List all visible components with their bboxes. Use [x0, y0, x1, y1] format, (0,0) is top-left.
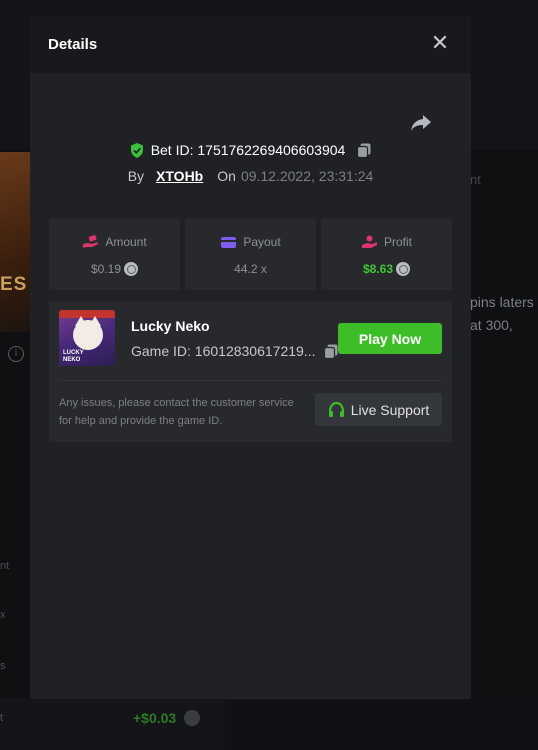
info-icon: i: [8, 346, 24, 362]
background-label: t: [0, 712, 4, 724]
support-notice: Any issues, please contact the customer …: [59, 397, 294, 427]
headset-icon: [328, 401, 344, 417]
live-support-label: Live Support: [350, 401, 430, 418]
stat-payout: Payout 44.2 x: [185, 219, 316, 290]
game-thumbnail[interactable]: LUCKY NEKO: [59, 310, 115, 366]
stat-label: Amount: [105, 235, 147, 249]
stat-value: 44.2 x: [234, 262, 267, 276]
coin-icon: [124, 262, 139, 276]
game-id: Game ID: 16012830617219...: [131, 343, 316, 359]
background-label: nt: [0, 560, 10, 572]
coin-icon: [396, 262, 411, 276]
thumbnail-logo-line: NEKO: [63, 357, 81, 363]
copy-icon[interactable]: [357, 143, 371, 158]
game-card: LUCKY NEKO Lucky Neko Game ID: 160128306…: [49, 301, 452, 442]
bet-date: 09.12.2022, 23:31:24: [240, 168, 374, 184]
bet-stats: Amount $0.19 Payout 44.2 x Profit $8.63: [49, 219, 452, 290]
background-table-cell: [225, 698, 538, 750]
modal-header: Details ✕: [30, 16, 471, 73]
background-text: nt: [470, 172, 481, 187]
coin-icon: [184, 710, 200, 726]
background-label: x: [0, 609, 6, 621]
background-text: pins laters: [470, 294, 534, 310]
verified-shield-icon: [130, 142, 143, 158]
stat-value: $8.63: [362, 262, 394, 276]
divider: [59, 380, 442, 381]
share-icon[interactable]: [410, 113, 432, 133]
stat-value: $0.19: [90, 262, 122, 276]
background-profit: +$0.03: [133, 710, 177, 726]
hand-coins-icon: [83, 235, 99, 248]
bet-id-row: Bet ID: 1751762269406603904: [30, 142, 471, 158]
background-label: s: [0, 660, 6, 672]
details-modal: Details ✕ Bet ID: 1751762269406603904 By…: [30, 16, 471, 699]
card-icon: [221, 237, 237, 248]
stat-amount: Amount $0.19: [49, 219, 180, 290]
background-text: at 300,: [470, 317, 513, 333]
stat-label: Profit: [383, 235, 412, 249]
live-support-button[interactable]: Live Support: [315, 393, 442, 426]
background-card-text: ES: [0, 274, 28, 295]
bet-author-row: By XTOHb On 09.12.2022, 23:31:24: [30, 168, 471, 184]
on-label: On: [217, 168, 236, 184]
background-game-card: ES: [0, 152, 30, 332]
game-id-row: Game ID: 16012830617219...: [131, 343, 338, 359]
game-name: Lucky Neko: [131, 318, 210, 334]
copy-icon[interactable]: [324, 344, 338, 359]
bet-id: Bet ID: 1751762269406603904: [150, 142, 346, 158]
user-link[interactable]: XTOHb: [156, 168, 203, 184]
play-now-button[interactable]: Play Now: [338, 323, 442, 354]
modal-title: Details: [48, 36, 98, 53]
close-icon[interactable]: ✕: [430, 32, 450, 54]
thumbnail-logo-line: LUCKY: [63, 350, 84, 356]
by-label: By: [127, 168, 145, 184]
stat-label: Payout: [243, 235, 281, 249]
stat-profit: Profit $8.63: [321, 219, 452, 290]
profit-icon: [361, 235, 377, 248]
